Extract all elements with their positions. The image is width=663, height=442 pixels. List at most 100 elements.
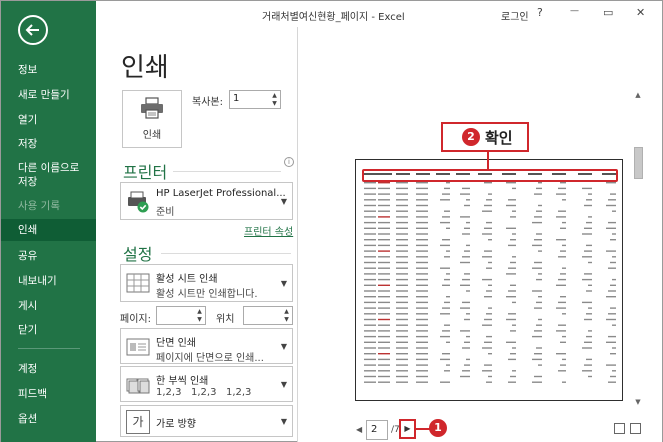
- section-divider: [161, 253, 291, 254]
- one-sided-icon: [126, 338, 150, 356]
- sidebar-item-open[interactable]: 열기: [1, 113, 96, 127]
- printer-dropdown[interactable]: HP LaserJet Professional... 준비 ▼: [120, 182, 293, 220]
- orientation-dropdown[interactable]: 가 가로 방향 ▼: [120, 405, 293, 437]
- next-page-button[interactable]: ▶: [399, 419, 416, 439]
- print-button-label: 인쇄: [142, 130, 162, 141]
- step-2-badge: 2: [462, 128, 480, 146]
- preview-row: [364, 381, 616, 383]
- preview-row: [364, 221, 616, 224]
- restore-icon[interactable]: ▭: [603, 6, 613, 19]
- callout-connector: [416, 428, 430, 430]
- sidebar-item-info[interactable]: 정보: [1, 63, 96, 77]
- sides-dropdown[interactable]: 단면 인쇄 페이지에 단면으로 인쇄... ▼: [120, 328, 293, 364]
- sidebar-item-save-as[interactable]: 다른 이름으로 저장: [1, 161, 91, 189]
- pages-to-input[interactable]: ▲ ▼: [243, 306, 293, 325]
- page-title: 인쇄: [121, 53, 169, 83]
- chevron-down-icon: ▼: [280, 417, 287, 426]
- preview-row: [364, 227, 616, 229]
- collate-desc: 1,2,3 1,2,3 1,2,3: [156, 387, 252, 398]
- printer-name: HP LaserJet Professional...: [156, 188, 286, 199]
- spin-down-icon[interactable]: ▼: [195, 316, 204, 324]
- scroll-down-icon[interactable]: ▼: [632, 398, 644, 408]
- close-icon[interactable]: ✕: [636, 6, 645, 19]
- printer-heading: 프린터: [123, 163, 168, 182]
- preview-row: [364, 358, 592, 361]
- spin-up-icon[interactable]: ▲: [195, 308, 204, 316]
- preview-row: [364, 199, 616, 201]
- zoom-to-page-icon[interactable]: [630, 423, 641, 434]
- help-icon[interactable]: ?: [537, 6, 543, 19]
- printer-properties-link[interactable]: 프린터 속성: [244, 223, 293, 238]
- preview-row: [364, 239, 616, 241]
- prev-page-icon[interactable]: ◀: [356, 425, 362, 434]
- sidebar-item-publish[interactable]: 게시: [1, 299, 96, 313]
- collate-dropdown[interactable]: 한 부씩 인쇄 1,2,3 1,2,3 1,2,3 ▼: [120, 366, 293, 402]
- pages-from-input[interactable]: ▲ ▼: [156, 306, 206, 325]
- spin-down-icon[interactable]: ▼: [282, 316, 291, 324]
- back-arrow-icon[interactable]: [18, 15, 48, 45]
- print-scope-desc: 활성 시트만 인쇄합니다.: [156, 289, 258, 300]
- settings-heading: 설정: [123, 245, 153, 264]
- sidebar-item-close[interactable]: 닫기: [1, 323, 96, 337]
- pages-label: 페이지:: [120, 314, 151, 325]
- preview-row: [364, 233, 616, 235]
- preview-row: [364, 301, 592, 304]
- login-link[interactable]: 로그인: [501, 8, 529, 23]
- page-number-input[interactable]: 2: [366, 420, 388, 440]
- preview-row: [364, 182, 616, 184]
- scroll-thumb[interactable]: [634, 147, 643, 179]
- collate-title: 한 부씩 인쇄: [156, 376, 209, 387]
- preview-row: [364, 296, 616, 298]
- preview-row: [364, 273, 592, 275]
- pages-to-label: 위치: [216, 314, 235, 325]
- step-1-badge: 1: [429, 419, 447, 437]
- sidebar-item-print[interactable]: 인쇄: [1, 219, 96, 241]
- sidebar-item-share[interactable]: 공유: [1, 249, 96, 263]
- chevron-down-icon: ▼: [280, 197, 287, 206]
- preview-scrollbar[interactable]: ▲ ▼: [632, 91, 644, 409]
- preview-row: [364, 341, 616, 343]
- minimize-icon[interactable]: —: [570, 6, 579, 16]
- preview-row: [364, 244, 592, 247]
- title-bar: 거래처별여신현황_페이지 - Excel 로그인 ? — ▭ ✕: [96, 1, 662, 27]
- preview-row: [364, 353, 616, 355]
- sidebar-item-account[interactable]: 계정: [1, 362, 96, 376]
- orientation-icon: 가: [126, 410, 150, 434]
- printer-status: 준비: [156, 207, 175, 218]
- preview-row: [364, 318, 616, 321]
- show-margins-icon[interactable]: [614, 423, 625, 434]
- chevron-down-icon: ▼: [280, 342, 287, 351]
- sides-title: 단면 인쇄: [156, 338, 196, 349]
- print-button[interactable]: 인쇄: [122, 90, 182, 148]
- preview-row: [364, 307, 616, 309]
- chevron-down-icon: ▼: [280, 380, 287, 389]
- window-title: 거래처별여신현황_페이지 - Excel: [262, 12, 405, 23]
- backstage-sidebar: 정보 새로 만들기 열기 저장 다른 이름으로 저장 사용 기록 인쇄 공유 내…: [1, 1, 96, 442]
- preview-row: [364, 370, 616, 372]
- confirm-callout: 2 확인: [441, 122, 529, 152]
- spin-down-icon[interactable]: ▼: [270, 100, 279, 108]
- sidebar-item-export[interactable]: 내보내기: [1, 274, 96, 288]
- scroll-up-icon[interactable]: ▲: [632, 91, 644, 101]
- section-divider: [173, 171, 281, 172]
- sidebar-item-history: 사용 기록: [18, 200, 60, 212]
- preview-row: [364, 347, 616, 349]
- copies-label: 복사본:: [192, 97, 223, 108]
- preview-row: [364, 375, 616, 378]
- copies-spinner[interactable]: 1 ▲ ▼: [229, 90, 281, 109]
- info-icon[interactable]: i: [284, 157, 294, 167]
- sidebar-item-new[interactable]: 새로 만들기: [1, 88, 96, 102]
- preview-row: [364, 193, 616, 195]
- sidebar-item-feedback[interactable]: 피드백: [1, 387, 96, 401]
- spin-up-icon[interactable]: ▲: [282, 308, 291, 316]
- preview-row: [364, 284, 616, 286]
- print-scope-dropdown[interactable]: 활성 시트 인쇄 활성 시트만 인쇄합니다. ▼: [120, 264, 293, 302]
- preview-row: [364, 313, 616, 315]
- spin-up-icon[interactable]: ▲: [270, 92, 279, 100]
- sidebar-item-options[interactable]: 옵션: [1, 412, 96, 426]
- preview-table-thumbnail: [364, 173, 616, 383]
- preview-row: [364, 250, 616, 252]
- preview-row: [364, 267, 616, 269]
- preview-row: [364, 187, 592, 190]
- sidebar-item-save[interactable]: 저장: [1, 137, 96, 151]
